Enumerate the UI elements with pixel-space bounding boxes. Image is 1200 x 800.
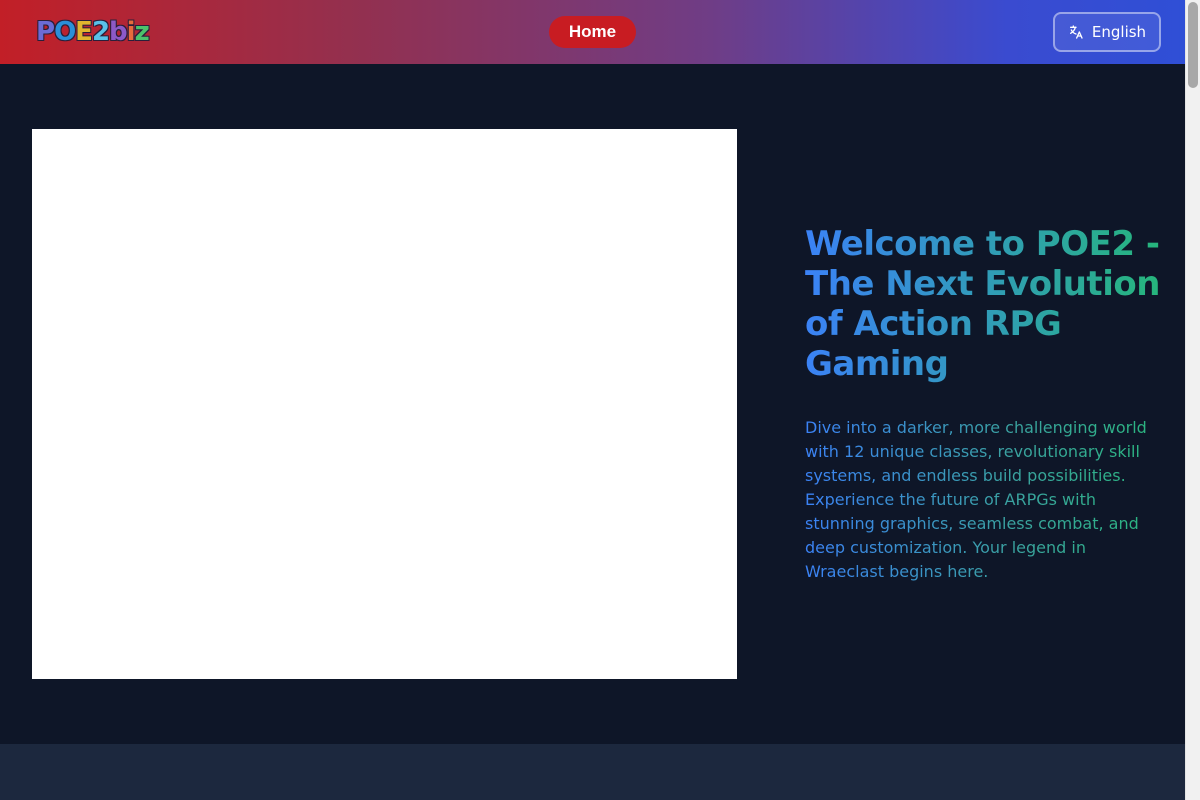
- site-header: POE2biz Home English: [0, 0, 1185, 64]
- hero-description: Dive into a darker, more challenging wor…: [805, 416, 1150, 584]
- site-logo[interactable]: POE2biz: [36, 14, 150, 50]
- language-label: English: [1091, 23, 1147, 41]
- scrollbar-thumb[interactable]: [1188, 2, 1198, 88]
- hero-title: Welcome to POE2 - The Next Evolution of …: [805, 224, 1165, 384]
- next-section: [0, 744, 1185, 800]
- translate-icon: [1069, 25, 1083, 39]
- page-scrollbar[interactable]: [1185, 0, 1200, 800]
- language-selector-button[interactable]: English: [1053, 12, 1161, 52]
- page-viewport: POE2biz Home English Welcome to POE2 - T…: [0, 0, 1185, 800]
- hero-image: [32, 129, 737, 679]
- nav-home-button[interactable]: Home: [549, 16, 636, 48]
